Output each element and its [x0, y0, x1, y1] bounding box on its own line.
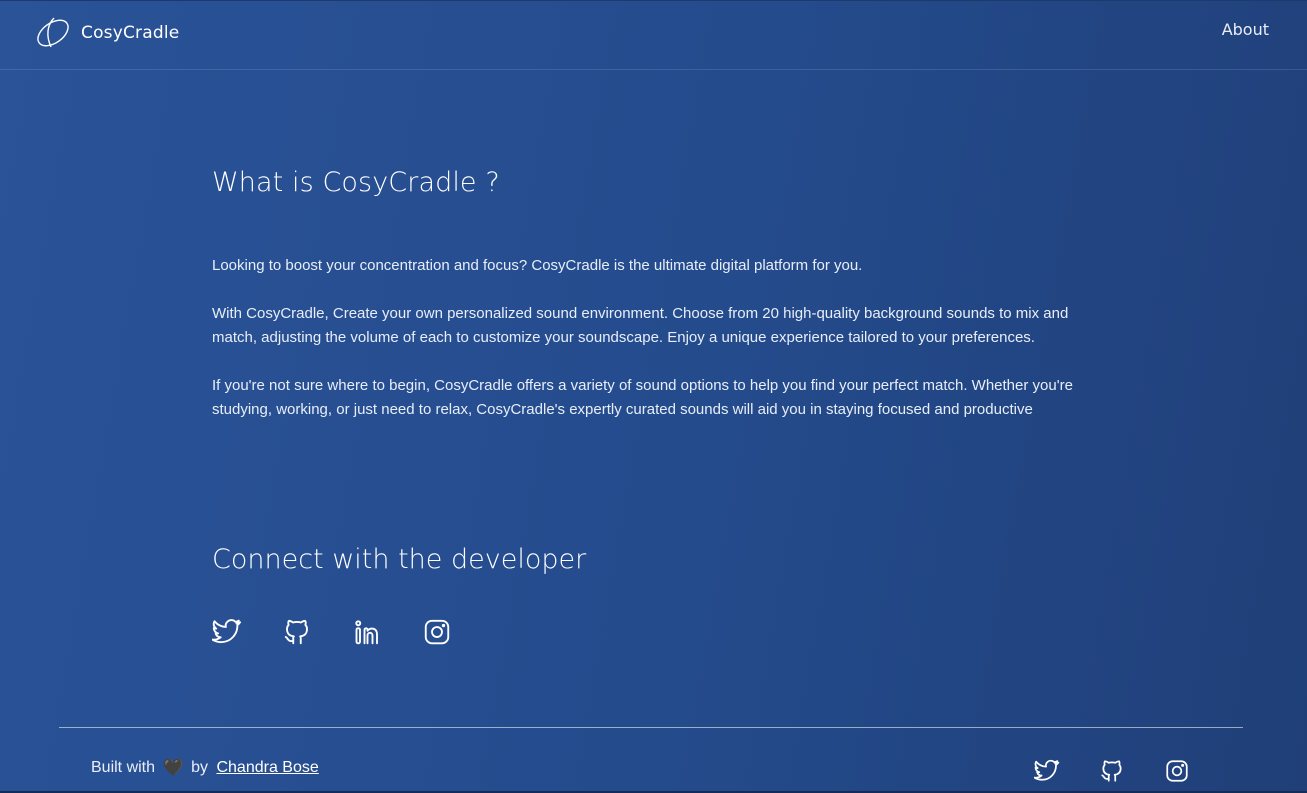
instagram-link[interactable] [422, 617, 452, 647]
page: CosyCradle About What is CosyCradle ? Lo… [0, 0, 1307, 793]
by-text: by [191, 759, 209, 776]
about-section: What is CosyCradle ? Looking to boost yo… [212, 161, 1092, 446]
github-icon [284, 619, 308, 645]
footer-divider [59, 727, 1243, 728]
intro-paragraph: If you're not sure where to begin, CosyC… [212, 377, 1073, 418]
page-title: What is CosyCradle ? [212, 167, 500, 198]
instagram-icon [424, 619, 450, 645]
nav-about-link[interactable]: About [1222, 20, 1269, 39]
developer-social-links [212, 617, 452, 647]
footer-social-links [1034, 758, 1190, 784]
brand-name: CosyCradle [81, 23, 180, 43]
top-navigation-bar: CosyCradle About [0, 1, 1307, 70]
connect-heading: Connect with the developer [212, 544, 587, 575]
github-icon [1101, 760, 1122, 782]
twitter-icon [212, 619, 242, 644]
footer-github-link[interactable] [1099, 758, 1125, 784]
twitter-icon [1034, 759, 1060, 781]
built-with-text: Built with [91, 759, 156, 776]
github-link[interactable] [282, 617, 312, 647]
footer-credit: Built with 🖤 by Chandra Bose [91, 758, 319, 778]
heart-icon: 🖤 [162, 758, 184, 777]
intro-paragraph: With CosyCradle, Create your own persona… [212, 305, 1069, 346]
twitter-link[interactable] [212, 617, 242, 647]
linkedin-icon [355, 620, 378, 645]
brand-home-link[interactable]: CosyCradle [34, 13, 179, 53]
intro-paragraph: Looking to boost your concentration and … [212, 257, 863, 274]
linkedin-link[interactable] [352, 617, 382, 647]
instagram-icon [1166, 760, 1188, 782]
cosycradle-logo-icon [37, 17, 69, 48]
author-link[interactable]: Chandra Bose [216, 759, 318, 776]
footer-instagram-link[interactable] [1164, 758, 1190, 784]
footer-twitter-link[interactable] [1034, 758, 1060, 784]
intro-text: Looking to boost your concentration and … [212, 254, 1092, 422]
